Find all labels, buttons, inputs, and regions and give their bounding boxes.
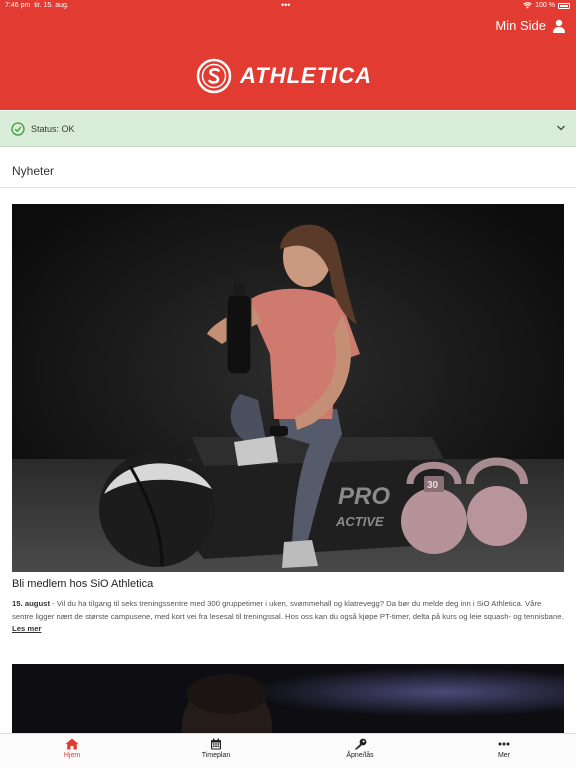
news-text: - Vil du ha tilgang til seks treningssen… (12, 599, 564, 621)
tab-hjem[interactable]: Hjem (32, 738, 112, 759)
status-label: Status: OK (31, 124, 75, 134)
min-side-button[interactable]: Min Side (495, 18, 566, 33)
key-icon (354, 738, 366, 750)
status-right: 100 % (523, 2, 570, 9)
tab-bar: Hjem Timeplan Åpne/lås Mer (0, 733, 576, 768)
gym-photo: PRO ACTIVE 30 (12, 204, 564, 572)
box-text-active: ACTIVE (335, 514, 384, 529)
gym-photo-2 (12, 664, 564, 734)
athletica-logo: ATHLETICA (196, 58, 372, 94)
news-body: 15. august - Vil du ha tilgang til seks … (12, 598, 564, 636)
box-text-pro: PRO (338, 483, 390, 510)
chevron-down-icon[interactable] (556, 124, 566, 132)
wifi-icon (523, 2, 533, 9)
news-date: 15. august (12, 599, 51, 608)
news-section-header: Nyheter (0, 150, 576, 188)
news-title[interactable]: Bli medlem hos SiO Athletica (12, 578, 153, 590)
tab-label: Hjem (63, 752, 81, 759)
section-title: Nyheter (12, 164, 55, 178)
tab-apne-las[interactable]: Åpne/lås (320, 738, 400, 759)
multitasking-dots-icon[interactable]: ••• (281, 0, 290, 10)
read-more-link[interactable]: Les mer (12, 624, 42, 633)
logo-text: ATHLETICA (240, 63, 373, 88)
user-icon (553, 19, 565, 33)
tab-label: Timeplan (201, 752, 231, 759)
tab-label: Åpne/lås (346, 752, 374, 759)
kettlebell-weight-label: 30 (427, 480, 439, 491)
tab-label: Mer (497, 752, 511, 759)
more-icon (498, 742, 510, 746)
app-header: 7:46 pm tir. 15. aug. ••• 100 % Min Side… (0, 0, 576, 110)
status-panel[interactable]: Status: OK (0, 111, 576, 147)
min-side-label: Min Side (495, 18, 546, 33)
news-image[interactable]: PRO ACTIVE 30 (12, 204, 564, 572)
device-status-bar: 7:46 pm tir. 15. aug. ••• 100 % (0, 0, 576, 12)
sio-logo-icon (196, 58, 232, 94)
tab-mer[interactable]: Mer (464, 738, 544, 759)
battery-percent: 100 % (535, 2, 555, 9)
battery-icon (558, 2, 570, 9)
news-image-2[interactable] (12, 664, 564, 734)
check-circle-icon (11, 122, 25, 136)
status-time: 7:46 pm tir. 15. aug. (5, 2, 69, 9)
calendar-icon (211, 738, 221, 750)
home-icon (65, 738, 79, 750)
tab-timeplan[interactable]: Timeplan (176, 738, 256, 759)
